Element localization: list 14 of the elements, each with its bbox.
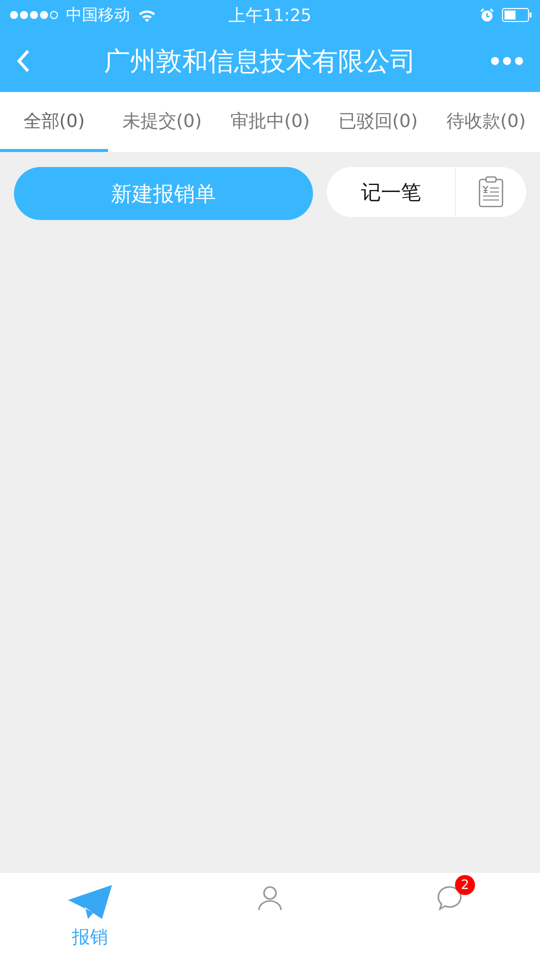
carrier-name: 中国移动: [66, 4, 130, 26]
page-title: 广州敦和信息技术有限公司: [104, 46, 416, 78]
alarm-icon: [480, 8, 494, 22]
unread-badge: 2: [455, 875, 475, 895]
chat-icon: [437, 885, 463, 911]
clipboard-icon: [478, 176, 504, 208]
record-button[interactable]: 记一笔: [327, 167, 456, 217]
person-icon: [257, 885, 283, 911]
more-icon: [490, 56, 524, 66]
signal-icon: [10, 11, 58, 19]
paper-plane-icon: [68, 885, 112, 921]
battery-icon: [502, 8, 532, 22]
wifi-icon: [138, 8, 156, 22]
status-time: 上午11:25: [228, 4, 312, 26]
